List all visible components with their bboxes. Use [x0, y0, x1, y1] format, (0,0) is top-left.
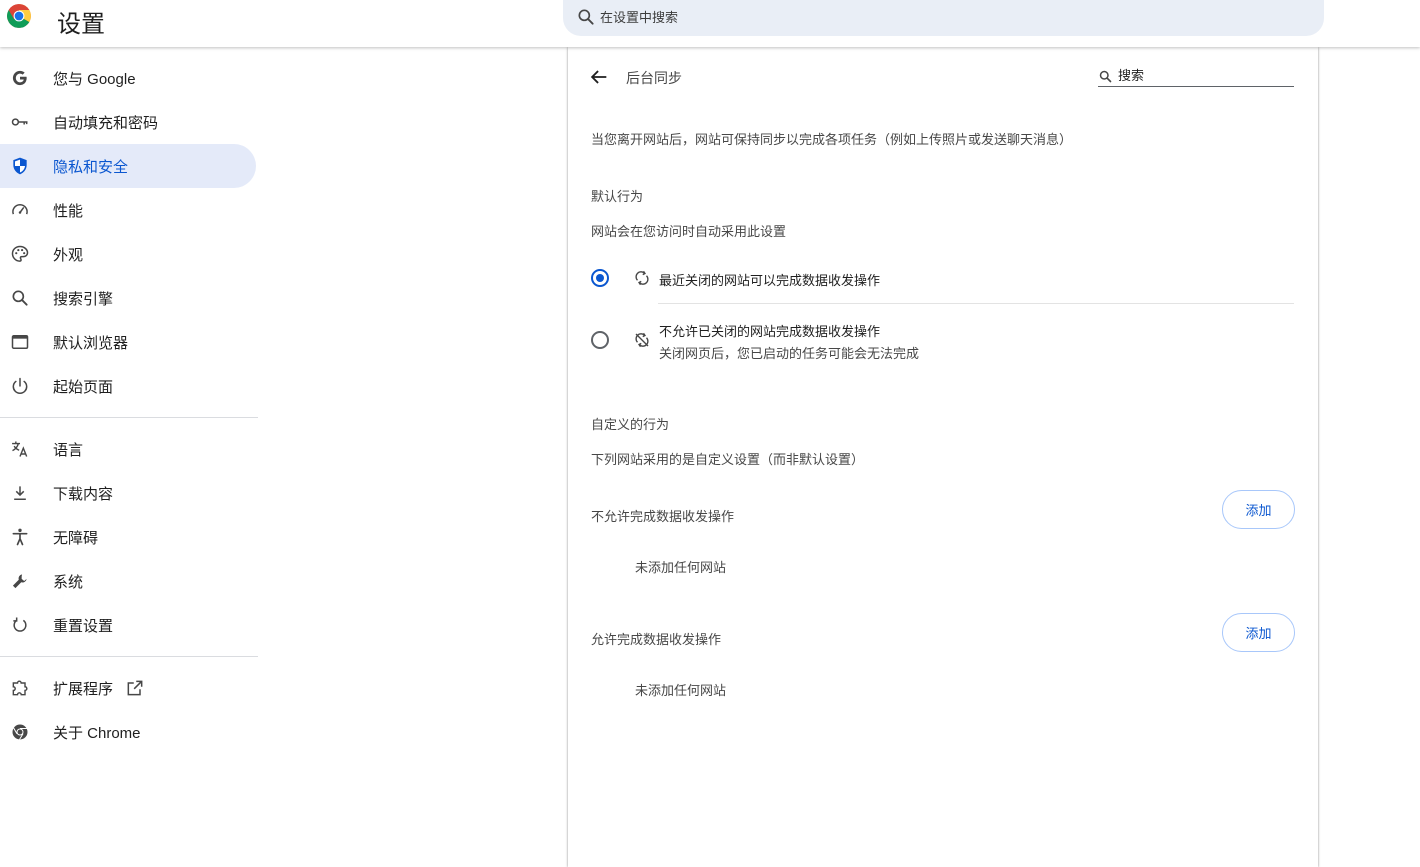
sidebar-item-search-engine[interactable]: 搜索引擎 [0, 276, 256, 320]
google-g-icon [12, 70, 27, 86]
key-icon [11, 118, 28, 126]
sidebar-nav: 您与 Google 自动填充和密码 隐私和安全 性能 外观 搜索引擎 默认浏览器… [0, 56, 258, 754]
palette-icon [11, 245, 29, 262]
sidebar-item-languages[interactable]: 语言 [0, 427, 256, 471]
top-header: 设置 [0, 0, 1420, 47]
radio-allow-recent[interactable] [591, 269, 609, 287]
power-icon [12, 377, 28, 395]
allowed-list-heading: 允许完成数据收发操作 [591, 632, 722, 647]
option-allow-recent-label: 最近关闭的网站可以完成数据收发操作 [659, 273, 881, 288]
sidebar-item-about-chrome[interactable]: 关于 Chrome [0, 710, 256, 754]
add-blocked-site-button[interactable]: 添加 [1222, 490, 1295, 529]
sidebar-item-startup[interactable]: 起始页面 [0, 364, 256, 408]
sidebar-item-you-and-google[interactable]: 您与 Google [0, 56, 256, 100]
page-search-input[interactable] [1118, 66, 1292, 84]
default-behavior-subheading: 网站会在您访问时自动采用此设置 [591, 224, 787, 239]
blocked-list-heading: 不允许完成数据收发操作 [591, 509, 735, 524]
sidebar-item-reset[interactable]: 重置设置 [0, 603, 256, 647]
shield-icon [13, 157, 27, 175]
sidebar-item-performance[interactable]: 性能 [0, 188, 256, 232]
sidebar-item-label: 语言 [53, 441, 84, 459]
puzzle-icon [12, 680, 28, 696]
sidebar-item-label: 默认浏览器 [53, 334, 129, 352]
sidebar-item-label: 无障碍 [53, 529, 99, 547]
sidebar-item-label: 扩展程序 [53, 680, 114, 698]
search-icon [578, 9, 594, 25]
reset-icon [13, 617, 27, 632]
custom-behavior-heading: 自定义的行为 [591, 417, 670, 432]
sidebar-item-label: 搜索引擎 [53, 290, 114, 308]
allowed-empty-text: 未添加任何网站 [635, 683, 727, 698]
translate-icon [12, 441, 28, 457]
settings-card: 后台同步 当您离开网站后，网站可保持同步以完成各项任务（例如上传照片或发送聊天消… [568, 47, 1318, 867]
sidebar-divider [0, 656, 258, 657]
sidebar-divider [0, 417, 258, 418]
open-in-new-icon [127, 680, 143, 696]
sidebar-item-label: 您与 Google [53, 70, 136, 88]
sidebar-item-label: 性能 [53, 202, 84, 220]
chrome-logo-icon [7, 4, 31, 28]
sidebar-item-accessibility[interactable]: 无障碍 [0, 515, 256, 559]
browser-window-icon [11, 335, 29, 349]
page-search[interactable] [1098, 65, 1294, 87]
search-icon [1099, 70, 1112, 83]
sidebar-item-downloads[interactable]: 下载内容 [0, 471, 256, 515]
custom-behavior-subheading: 下列网站采用的是自定义设置（而非默认设置） [591, 452, 865, 467]
default-behavior-heading: 默认行为 [591, 189, 644, 204]
blocked-empty-text: 未添加任何网站 [635, 560, 727, 575]
page-title: 后台同步 [626, 70, 682, 86]
sidebar-item-privacy[interactable]: 隐私和安全 [0, 144, 256, 188]
settings-search[interactable] [563, 0, 1324, 36]
sidebar-item-label: 下载内容 [53, 485, 114, 503]
app-title: 设置 [57, 11, 105, 38]
wrench-icon [12, 574, 27, 589]
sidebar-item-default-browser[interactable]: 默认浏览器 [0, 320, 256, 364]
sync-icon [635, 270, 649, 286]
download-icon [14, 486, 26, 500]
sidebar-item-system[interactable]: 系统 [0, 559, 256, 603]
speedometer-icon [12, 204, 28, 215]
option-block-closed-sublabel: 关闭网页后，您已启动的任务可能会无法完成 [659, 346, 920, 361]
sidebar-item-label: 系统 [53, 573, 84, 591]
option-divider [658, 303, 1294, 304]
radio-block-closed[interactable] [591, 331, 609, 349]
page-description: 当您离开网站后，网站可保持同步以完成各项任务（例如上传照片或发送聊天消息） [591, 132, 1073, 147]
sidebar-item-extensions[interactable]: 扩展程序 [0, 666, 256, 710]
sidebar-item-label: 自动填充和密码 [53, 114, 159, 132]
option-block-closed-label: 不允许已关闭的网站完成数据收发操作 [659, 324, 881, 339]
back-arrow-icon[interactable] [588, 66, 610, 88]
search-icon [12, 290, 28, 306]
sidebar-item-autofill[interactable]: 自动填充和密码 [0, 100, 256, 144]
sidebar-item-label: 外观 [53, 246, 84, 264]
sidebar-item-label: 关于 Chrome [53, 724, 141, 742]
add-allowed-site-button[interactable]: 添加 [1222, 613, 1295, 652]
sidebar-item-label: 重置设置 [53, 617, 114, 635]
settings-search-input[interactable] [600, 6, 1300, 28]
sync-disabled-icon [635, 332, 649, 348]
sidebar-item-label: 隐私和安全 [53, 158, 129, 176]
chrome-icon [12, 724, 28, 740]
sidebar-item-label: 起始页面 [53, 378, 114, 396]
accessibility-icon [12, 528, 28, 546]
sidebar-item-appearance[interactable]: 外观 [0, 232, 256, 276]
